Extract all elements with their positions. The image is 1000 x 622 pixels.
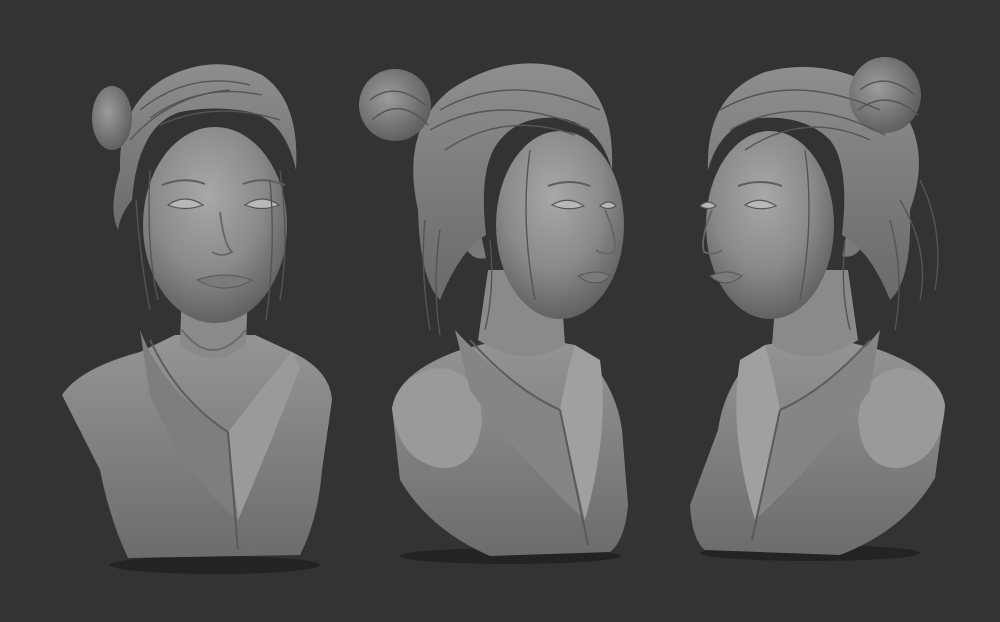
hair-bun (849, 57, 921, 133)
hair-bun (92, 86, 132, 150)
bust-three-quarter-right (359, 63, 628, 564)
bust-front (62, 64, 332, 574)
hair-bun (359, 69, 431, 141)
bust-render (62, 57, 945, 574)
sculpt-viewport (0, 0, 1000, 622)
ground-shadow (110, 556, 320, 574)
face (143, 127, 287, 323)
face (496, 131, 624, 319)
face (706, 131, 834, 319)
bust-three-quarter-left (690, 57, 945, 561)
